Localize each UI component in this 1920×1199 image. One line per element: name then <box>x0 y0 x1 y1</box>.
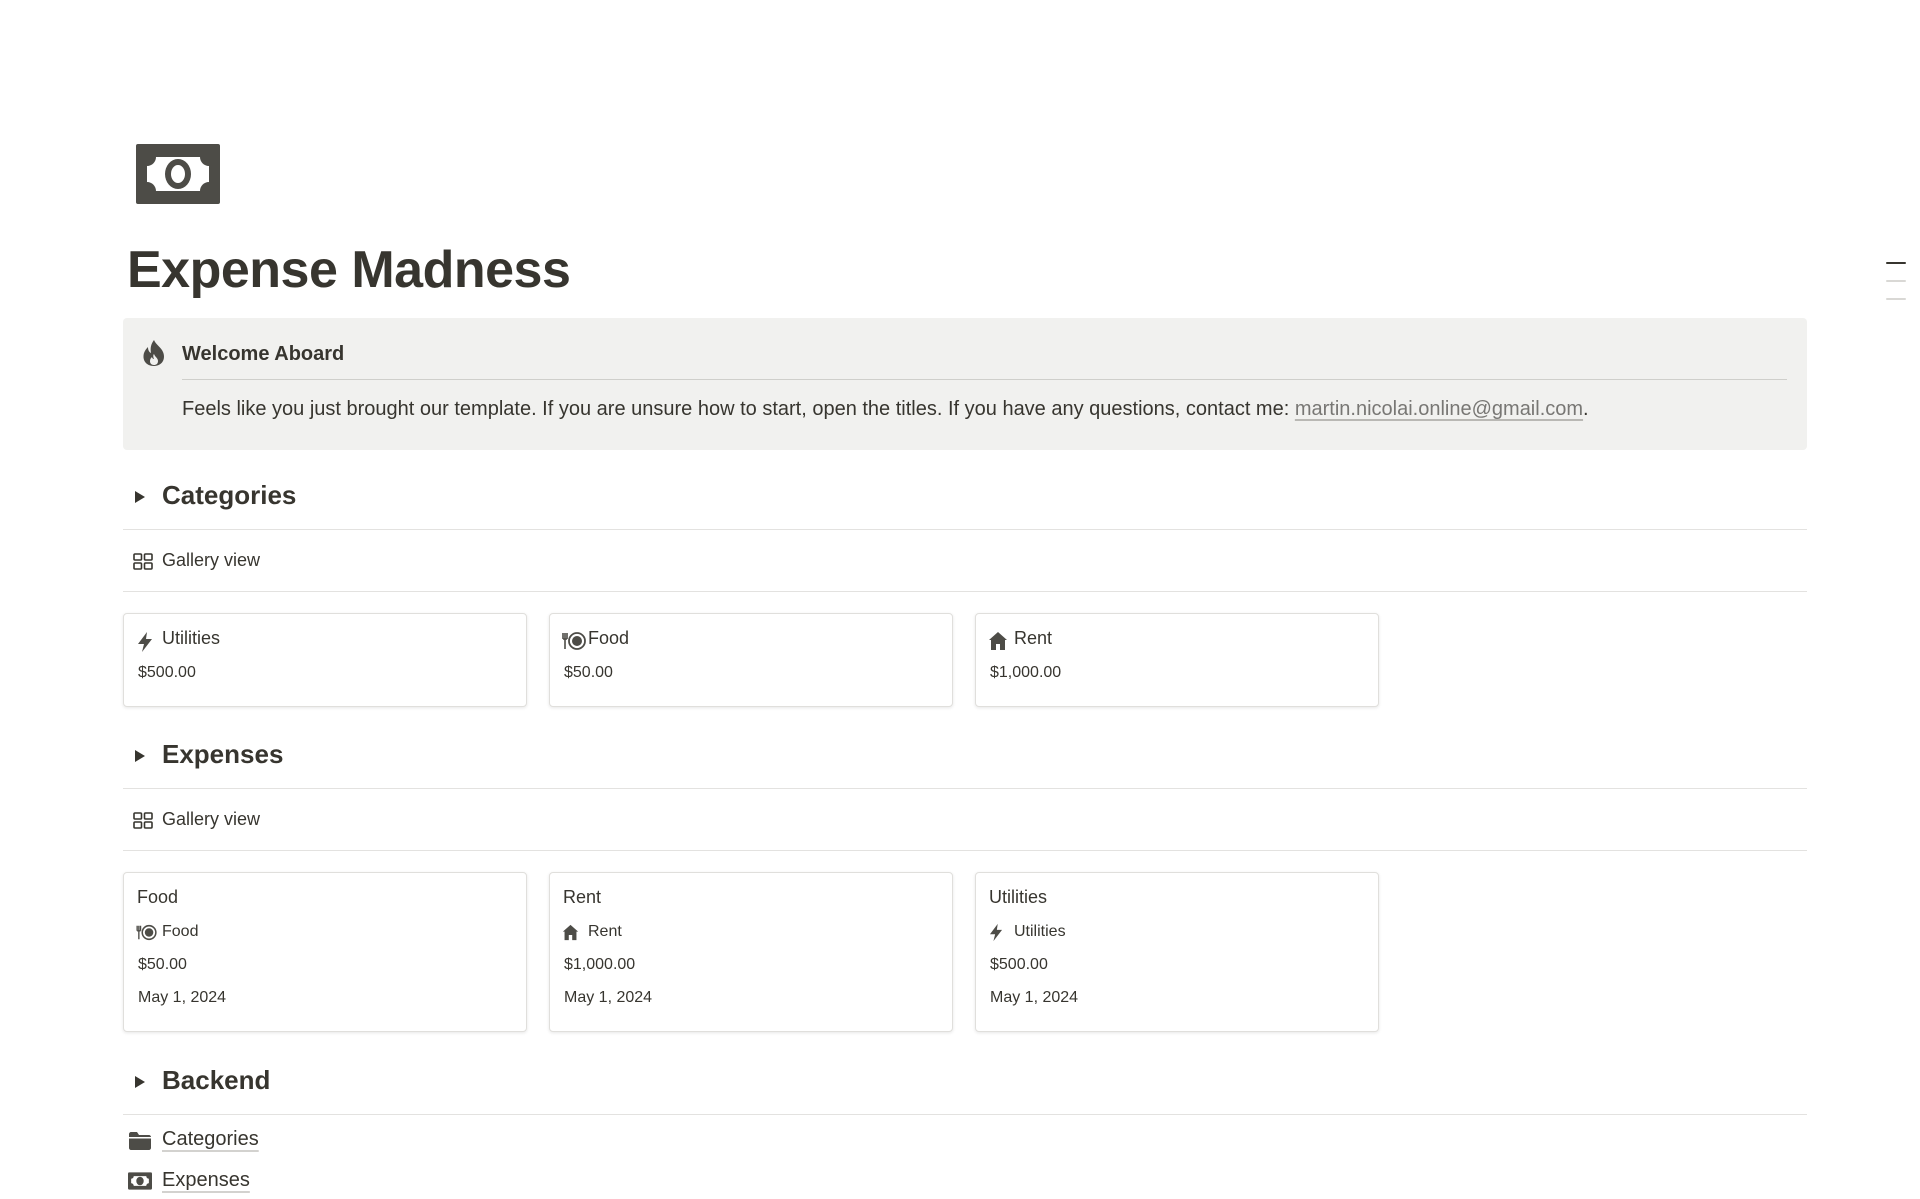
toggle-arrow-icon[interactable] <box>135 491 145 503</box>
categories-toggle[interactable]: Categories <box>123 478 523 518</box>
section-divider <box>123 1114 1807 1115</box>
view-label: Gallery view <box>162 809 261 829</box>
category-card-rent[interactable]: Rent $1,000.00 <box>975 613 1379 707</box>
card-title: Rent <box>1014 628 1053 648</box>
card-amount: $50.00 <box>138 956 187 973</box>
callout-text: Feels like you just brought our template… <box>182 398 1589 421</box>
link-label: Categories <box>162 1128 259 1150</box>
table-of-contents-indicator[interactable] <box>1886 262 1906 316</box>
section-title: Backend <box>162 1065 271 1095</box>
lightning-bolt-icon <box>989 923 1003 942</box>
expense-card-rent[interactable]: Rent Rent $1,000.00 May 1, 2024 <box>549 872 953 1032</box>
callout-text-before: Feels like you just brought our template… <box>182 398 1295 420</box>
section-divider <box>123 529 1807 530</box>
toc-line[interactable] <box>1886 280 1906 282</box>
toc-line[interactable] <box>1886 298 1906 300</box>
fork-plate-icon <box>136 924 157 941</box>
toggle-arrow-icon[interactable] <box>135 1076 145 1088</box>
page-title: Expense Madness <box>127 241 571 299</box>
house-icon <box>989 632 1007 650</box>
backend-toggle[interactable]: Backend <box>123 1063 523 1103</box>
view-divider <box>123 850 1807 851</box>
card-title: Food <box>588 628 630 648</box>
category-card-utilities[interactable]: Utilities $500.00 <box>123 613 527 707</box>
card-title: Food <box>137 887 179 907</box>
view-label: Gallery view <box>162 550 261 570</box>
card-date: May 1, 2024 <box>138 989 227 1006</box>
expense-card-food[interactable]: Food Food $50.00 May 1, 2024 <box>123 872 527 1032</box>
toggle-arrow-icon[interactable] <box>135 750 145 762</box>
folder-icon <box>129 1132 151 1150</box>
card-title: Rent <box>563 887 602 907</box>
welcome-callout: Welcome Aboard Feels like you just broug… <box>123 318 1807 450</box>
email-link[interactable]: martin.nicolai.online@gmail.com <box>1295 398 1583 420</box>
link-label: Expenses <box>162 1169 250 1191</box>
expense-card-utilities[interactable]: Utilities Utilities $500.00 May 1, 2024 <box>975 872 1379 1032</box>
gallery-grid-icon <box>133 553 153 570</box>
view-divider <box>123 591 1807 592</box>
card-date: May 1, 2024 <box>564 989 653 1006</box>
card-date: May 1, 2024 <box>990 989 1079 1006</box>
lightning-bolt-icon <box>138 632 152 652</box>
section-title: Categories <box>162 480 297 510</box>
section-divider <box>123 788 1807 789</box>
house-icon <box>562 924 579 941</box>
card-amount: $1,000.00 <box>990 664 1062 681</box>
card-title: Utilities <box>989 887 1048 907</box>
expenses-toggle[interactable]: Expenses <box>123 737 523 777</box>
dollar-banknote-icon <box>128 1172 152 1190</box>
fire-icon <box>141 339 167 367</box>
card-amount: $50.00 <box>564 664 613 681</box>
section-title: Expenses <box>162 739 284 769</box>
card-category: Rent <box>588 923 622 940</box>
card-category: Food <box>162 923 199 940</box>
gallery-grid-icon <box>133 812 153 829</box>
dollar-banknote-icon[interactable] <box>136 144 220 204</box>
callout-text-after: . <box>1583 398 1589 420</box>
card-amount: $500.00 <box>990 956 1048 973</box>
card-amount: $500.00 <box>138 664 196 681</box>
card-amount: $1,000.00 <box>564 956 636 973</box>
callout-divider <box>182 379 1787 380</box>
fork-plate-icon <box>562 632 586 650</box>
card-category: Utilities <box>1014 923 1066 940</box>
callout-title[interactable]: Welcome Aboard <box>182 343 344 366</box>
toc-line[interactable] <box>1886 262 1906 264</box>
card-title: Utilities <box>162 628 221 648</box>
category-card-food[interactable]: Food $50.00 <box>549 613 953 707</box>
